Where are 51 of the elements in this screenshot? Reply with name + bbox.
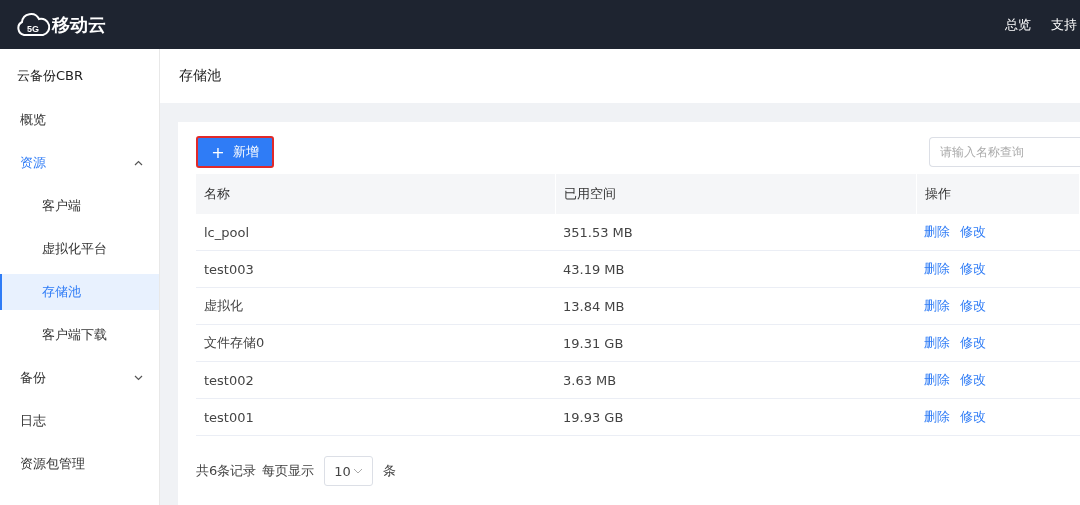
sidebar-title: 云备份CBR — [16, 66, 85, 85]
column-header: 已用空间 — [555, 174, 916, 214]
table-cell: test001 — [196, 398, 555, 436]
column-header: 名称 — [196, 174, 555, 214]
table-cell: 13.84 MB — [555, 287, 916, 325]
logo-badge-label: 5G — [27, 23, 39, 34]
table-cell: test003 — [196, 250, 555, 288]
sidebar-item[interactable]: 客户端下载 — [0, 317, 159, 353]
page-size-unit: 条 — [382, 462, 396, 480]
nav-link[interactable]: 支持 — [1051, 15, 1077, 34]
table-cell: 43.19 MB — [555, 250, 916, 288]
action-link[interactable]: 修改 — [960, 224, 986, 239]
sidebar-item[interactable]: 概览 — [0, 102, 159, 138]
sidebar-item[interactable]: 备份 — [0, 360, 159, 396]
sidebar-item[interactable]: 客户端 — [0, 188, 159, 224]
action-link[interactable]: 删除 — [924, 335, 950, 350]
page-title: 存储池 — [179, 67, 221, 85]
logo-text: 移动云 — [52, 12, 106, 37]
action-link[interactable]: 修改 — [960, 261, 986, 276]
column-header: 操作 — [916, 174, 1080, 214]
table-cell: 虚拟化 — [196, 287, 555, 325]
nav-link[interactable]: 总览 — [1005, 15, 1031, 34]
table-cell: 351.53 MB — [555, 214, 916, 251]
chevron-down-icon — [352, 468, 363, 474]
action-link[interactable]: 删除 — [924, 372, 950, 387]
table-cell: 19.31 GB — [555, 324, 916, 362]
page-size-select[interactable]: 10 — [324, 456, 373, 486]
table-cell: 文件存储0 — [196, 324, 555, 362]
action-link[interactable]: 删除 — [924, 224, 950, 239]
action-link[interactable]: 修改 — [960, 409, 986, 424]
table-cell: lc_pool — [196, 214, 555, 251]
action-link[interactable]: 修改 — [960, 298, 986, 313]
action-link[interactable]: 删除 — [924, 261, 950, 276]
sidebar-item[interactable]: 资源 — [0, 145, 159, 181]
action-link[interactable]: 修改 — [960, 372, 986, 387]
sidebar-item[interactable]: 日志 — [0, 403, 159, 439]
action-link[interactable]: 修改 — [960, 335, 986, 350]
table-cell: 3.63 MB — [555, 361, 916, 399]
total-count: 共6条记录 — [196, 462, 257, 480]
caret-icon — [134, 375, 143, 381]
sidebar-item[interactable]: 存储池 — [0, 274, 159, 310]
add-button[interactable]: + 新增 — [196, 136, 274, 168]
table-cell: test002 — [196, 361, 555, 399]
action-link[interactable]: 删除 — [924, 298, 950, 313]
table-cell: 19.93 GB — [555, 398, 916, 436]
sidebar-item[interactable]: 虚拟化平台 — [0, 231, 159, 267]
caret-icon — [134, 160, 143, 166]
page-size-label: 每页显示 — [262, 462, 315, 480]
action-link[interactable]: 删除 — [924, 409, 950, 424]
search-field[interactable]: 请输入名称查询 — [929, 137, 1080, 167]
sidebar-item[interactable]: 资源包管理 — [0, 446, 159, 482]
